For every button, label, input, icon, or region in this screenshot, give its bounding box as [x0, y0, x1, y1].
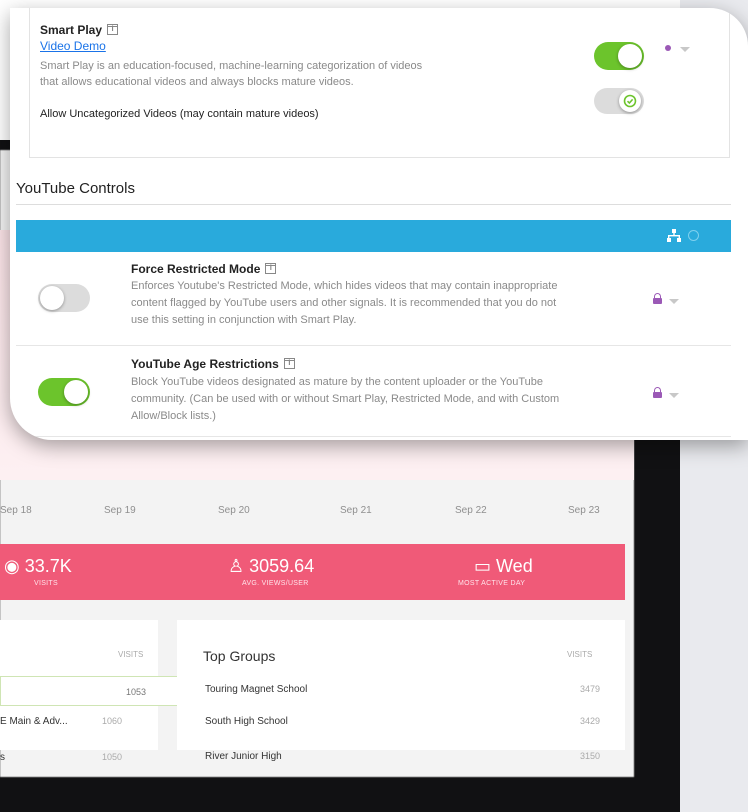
allow-uncategorized-label: Allow Uncategorized Videos (may contain … — [40, 108, 319, 120]
video-demo-link[interactable]: Video Demo — [40, 39, 106, 53]
avg-views-stat: ♙ 3059.64 — [228, 556, 315, 576]
info-icon[interactable] — [107, 24, 119, 35]
group-name: River Junior High — [205, 751, 282, 762]
info-icon[interactable] — [265, 263, 277, 274]
row-name: s — [0, 752, 5, 763]
chevron-down-icon[interactable] — [680, 47, 690, 52]
row-divider — [16, 436, 731, 437]
smart-play-description: Smart Play is an education-focused, mach… — [40, 60, 423, 88]
youtube-controls-header-bar — [16, 220, 731, 252]
row-value: 1050 — [102, 752, 123, 762]
user-icon: ♙ — [228, 556, 250, 576]
most-active-day-stat: ▭ Wed — [474, 556, 533, 576]
group-name: South High School — [205, 716, 288, 727]
heading-divider — [16, 204, 731, 205]
help-icon[interactable] — [688, 230, 699, 241]
chart-date-label: Sep 20 — [218, 505, 250, 516]
highlighted-row — [0, 676, 178, 706]
row-divider — [16, 345, 731, 346]
chart-date-label: Sep 19 — [104, 505, 136, 516]
settings-card: Smart Play Video Demo Smart Play is an e… — [10, 8, 748, 440]
left-panel-col-header: VISITS — [118, 650, 144, 659]
status-dot-icon — [665, 45, 671, 51]
chevron-down-icon[interactable] — [669, 299, 679, 304]
eye-icon: ◉ — [4, 556, 25, 576]
avg-views-stat-label: AVG. VIEWS/USER — [242, 580, 309, 587]
calendar-icon: ▭ — [474, 556, 497, 576]
group-value: 3429 — [580, 716, 601, 726]
group-name: Touring Magnet School — [205, 684, 308, 695]
chart-date-label: Sep 22 — [455, 505, 487, 516]
youtube-age-restrictions-title: YouTube Age Restrictions — [131, 357, 295, 371]
row-value: 1060 — [102, 716, 123, 726]
chart-date-label: Sep 21 — [340, 505, 372, 516]
force-restricted-mode-toggle[interactable] — [38, 284, 90, 312]
visits-stat-label: VISITS — [34, 580, 58, 587]
youtube-age-restrictions-toggle[interactable] — [38, 378, 90, 406]
visits-stat: ◉ 33.7K — [4, 556, 72, 576]
toggle-knob — [618, 44, 642, 68]
hierarchy-icon[interactable] — [667, 229, 681, 243]
top-groups-col-header: VISITS — [567, 650, 593, 659]
most-active-day-stat-label: MOST ACTIVE DAY — [458, 580, 526, 587]
info-icon[interactable] — [283, 358, 295, 369]
force-restricted-mode-description: Enforces Youtube's Restricted Mode, whic… — [131, 280, 558, 326]
row-value: 1053 — [126, 687, 147, 697]
group-value: 3479 — [580, 684, 601, 694]
lock-icon — [653, 387, 662, 398]
youtube-age-restrictions-description: Block YouTube videos designated as matur… — [131, 376, 560, 422]
chart-date-label: Sep 23 — [568, 505, 600, 516]
allow-uncategorized-toggle[interactable] — [594, 88, 644, 114]
chart-date-label: Sep 18 — [0, 505, 32, 516]
lock-icon — [653, 293, 662, 304]
chevron-down-icon[interactable] — [669, 393, 679, 398]
toggle-knob — [40, 286, 64, 310]
top-groups-title: Top Groups — [203, 648, 276, 664]
group-value: 3150 — [580, 751, 601, 761]
row-name: E Main & Adv... — [0, 716, 68, 727]
smart-play-toggle[interactable] — [594, 42, 644, 70]
force-restricted-mode-title: Force Restricted Mode — [131, 262, 277, 276]
check-icon — [623, 94, 637, 108]
toggle-knob — [619, 90, 641, 112]
youtube-controls-heading: YouTube Controls — [16, 180, 135, 197]
toggle-knob — [64, 380, 88, 404]
smart-play-title: Smart Play — [40, 23, 119, 37]
